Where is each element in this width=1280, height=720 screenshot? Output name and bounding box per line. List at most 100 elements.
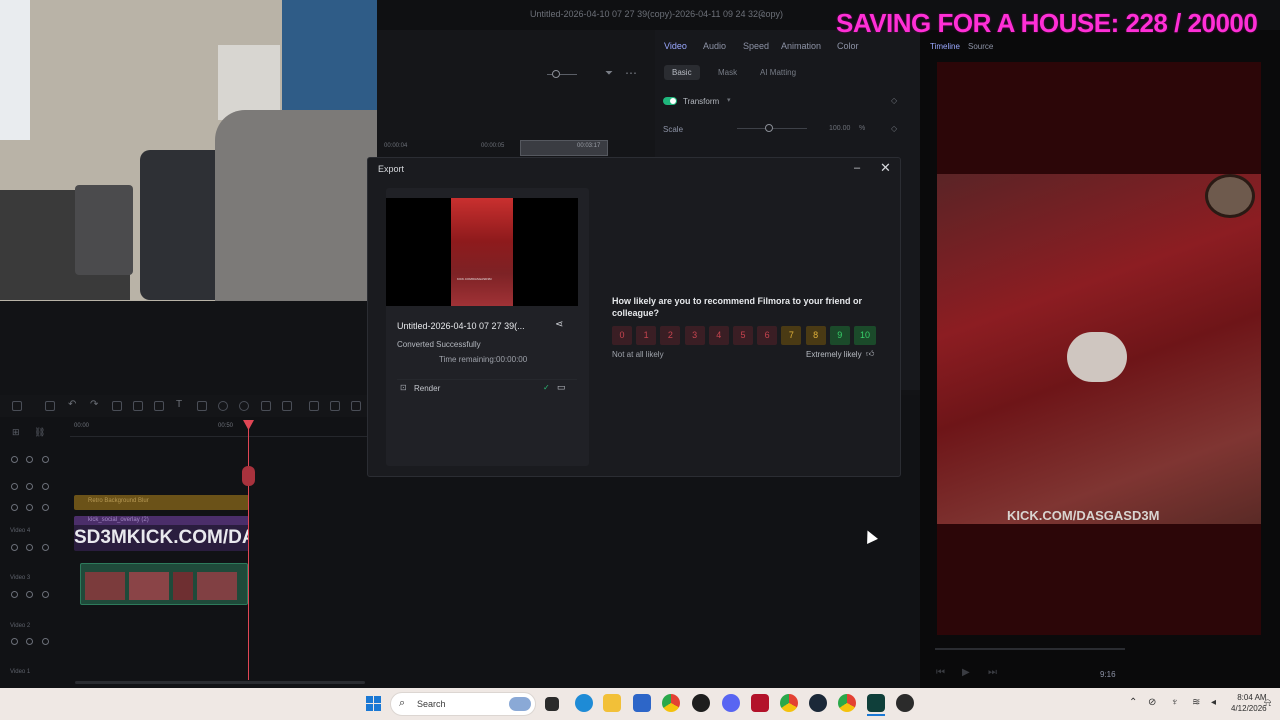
- subtab-ai-matting[interactable]: AI Matting: [760, 68, 796, 77]
- obs-icon[interactable]: [692, 694, 710, 712]
- add-track-icon[interactable]: ⊞: [12, 427, 20, 438]
- keyframe-tool-icon[interactable]: [261, 401, 271, 411]
- mini-clip[interactable]: 00:03:17: [520, 140, 608, 156]
- split-marker-icon[interactable]: [242, 466, 255, 486]
- clip-video-3[interactable]: [80, 563, 248, 605]
- eye-icon[interactable]: [42, 638, 49, 645]
- keyframe-icon[interactable]: ◇: [891, 96, 897, 105]
- wifi-icon[interactable]: ≋: [1192, 697, 1200, 708]
- play-icon[interactable]: ▶: [962, 667, 970, 678]
- grid-icon[interactable]: [12, 401, 22, 411]
- delete-icon[interactable]: [112, 401, 122, 411]
- mute-icon[interactable]: [26, 638, 33, 645]
- microphone-icon[interactable]: ♆: [1171, 697, 1179, 708]
- discord-icon[interactable]: [722, 694, 740, 712]
- transition-icon[interactable]: [282, 401, 292, 411]
- redo-icon[interactable]: ↷: [90, 399, 98, 410]
- zoom-slider-handle[interactable]: [552, 70, 560, 78]
- export-thumbnail[interactable]: KICK.COM/DASGASD3M: [451, 198, 513, 306]
- color-icon[interactable]: [330, 401, 340, 411]
- crop-icon[interactable]: [154, 401, 164, 411]
- transform-toggle[interactable]: [663, 97, 677, 105]
- eye-icon[interactable]: [42, 483, 49, 490]
- more-icon[interactable]: ⋯: [625, 66, 637, 80]
- lock-icon[interactable]: [11, 456, 18, 463]
- score-button-6[interactable]: 6: [757, 326, 778, 345]
- tab-source[interactable]: Source: [968, 42, 993, 51]
- chrome-icon[interactable]: [662, 694, 680, 712]
- eye-icon[interactable]: [42, 504, 49, 511]
- score-button-2[interactable]: 2: [660, 326, 681, 345]
- lock-icon[interactable]: [11, 591, 18, 598]
- playhead[interactable]: [248, 420, 249, 680]
- tab-speed[interactable]: Speed: [743, 41, 769, 51]
- eye-icon[interactable]: [42, 456, 49, 463]
- subtab-basic[interactable]: Basic: [664, 65, 700, 80]
- lock-icon[interactable]: [11, 504, 18, 511]
- mute-icon[interactable]: [26, 483, 33, 490]
- timeline-ruler[interactable]: 00:00 00:50: [70, 419, 370, 437]
- eye-icon[interactable]: [42, 591, 49, 598]
- select-icon[interactable]: [45, 401, 55, 411]
- taskbar-search[interactable]: ⌕ Search: [390, 692, 536, 716]
- tab-timeline[interactable]: Timeline: [930, 42, 960, 51]
- clip-kick-social-overlay[interactable]: kick_social_overlay (2) SD3MKICK.COM/DA: [74, 516, 249, 551]
- aspect-ratio[interactable]: 9:16: [1100, 670, 1116, 679]
- tab-animation[interactable]: Animation: [781, 41, 821, 51]
- mute-icon[interactable]: [26, 504, 33, 511]
- chrome-profile-icon[interactable]: [780, 694, 798, 712]
- scale-value[interactable]: 100.00: [829, 125, 850, 132]
- volume-icon[interactable]: ◂: [1211, 697, 1216, 708]
- prev-frame-icon[interactable]: ⏮: [936, 667, 945, 678]
- steam-icon[interactable]: [809, 694, 827, 712]
- info-icon[interactable]: ⊙: [758, 8, 766, 19]
- windows-start-icon[interactable]: [366, 696, 382, 712]
- score-button-1[interactable]: 1: [636, 326, 657, 345]
- eye-icon[interactable]: [42, 544, 49, 551]
- score-button-0[interactable]: 0: [612, 326, 632, 345]
- tab-video[interactable]: Video: [664, 41, 687, 51]
- chrome-alt-icon[interactable]: [838, 694, 856, 712]
- preview-video[interactable]: KICK.COM/DASGASD3M: [937, 62, 1261, 635]
- lock-icon[interactable]: [11, 483, 18, 490]
- zoom-icon[interactable]: [218, 401, 228, 411]
- cut-icon[interactable]: [133, 401, 143, 411]
- network-off-icon[interactable]: ⊘: [1148, 697, 1156, 708]
- lock-icon[interactable]: [11, 544, 18, 551]
- mute-icon[interactable]: [26, 544, 33, 551]
- keyframe-icon[interactable]: ◇: [891, 124, 897, 133]
- score-button-4[interactable]: 4: [708, 326, 729, 345]
- share-icon[interactable]: ⋖: [555, 319, 563, 330]
- file-explorer-icon[interactable]: [603, 694, 621, 712]
- audio-icon[interactable]: [351, 401, 361, 411]
- notification-bell-icon[interactable]: ⍾: [1264, 697, 1271, 710]
- scale-slider-handle[interactable]: [764, 124, 773, 132]
- score-button-9[interactable]: 9: [829, 326, 850, 345]
- filter-icon[interactable]: ⏷: [605, 68, 613, 79]
- link-icon[interactable]: ⛓: [34, 427, 45, 438]
- ai-icon[interactable]: [309, 401, 319, 411]
- preview-scrubber[interactable]: [935, 648, 1125, 650]
- acrobat-icon[interactable]: [751, 694, 769, 712]
- taskbar-clock[interactable]: 8:04 AM 4/12/2026: [1231, 692, 1267, 714]
- open-folder-icon[interactable]: ▭: [557, 382, 566, 393]
- next-frame-icon[interactable]: ⏭: [988, 667, 997, 678]
- tab-audio[interactable]: Audio: [703, 41, 726, 51]
- mute-icon[interactable]: [26, 591, 33, 598]
- tab-color[interactable]: Color: [837, 41, 859, 51]
- effects-icon[interactable]: [197, 401, 207, 411]
- subtab-mask[interactable]: Mask: [718, 68, 737, 77]
- score-button-3[interactable]: 3: [684, 326, 705, 345]
- timeline-scrollbar[interactable]: [75, 681, 365, 684]
- edge-icon[interactable]: [575, 694, 593, 712]
- media-player-icon[interactable]: [896, 694, 914, 712]
- score-button-8[interactable]: 8: [805, 326, 826, 345]
- lock-icon[interactable]: [11, 638, 18, 645]
- close-icon[interactable]: ✕: [880, 160, 891, 176]
- task-view-icon[interactable]: [545, 697, 559, 711]
- speed-icon[interactable]: [239, 401, 249, 411]
- store-icon[interactable]: [633, 694, 651, 712]
- score-button-10[interactable]: 10: [854, 326, 876, 345]
- score-button-7[interactable]: 7: [781, 326, 802, 345]
- undo-icon[interactable]: ↶: [68, 399, 76, 410]
